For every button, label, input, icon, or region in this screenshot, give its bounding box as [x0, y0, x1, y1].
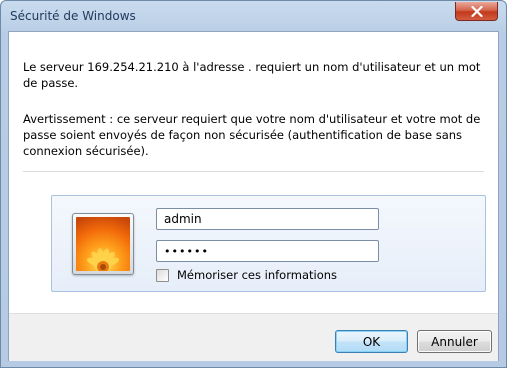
window-title: Sécurité de Windows	[10, 9, 136, 23]
credential-tile: Mémoriser ces informations	[51, 195, 486, 292]
close-x-icon	[471, 6, 483, 17]
remember-label: Mémoriser ces informations	[177, 268, 338, 282]
dialog-body: Le serveur 169.254.21.210 à l'adresse . …	[8, 31, 499, 361]
title-bar[interactable]: Sécurité de Windows	[1, 1, 506, 31]
security-warning: Avertissement : ce serveur requiert que …	[23, 112, 481, 158]
cancel-button[interactable]: Annuler	[417, 330, 492, 353]
password-field[interactable]	[156, 240, 379, 262]
avatar	[72, 213, 134, 275]
server-message: Le serveur 169.254.21.210 à l'adresse . …	[23, 60, 481, 90]
ok-button[interactable]: OK	[335, 330, 408, 353]
flower-user-tile-icon	[76, 217, 130, 271]
username-field[interactable]	[156, 208, 379, 230]
security-dialog: Sécurité de Windows Le serveur 169.254.2…	[0, 0, 507, 368]
divider	[23, 171, 484, 172]
button-bar: OK Annuler	[9, 313, 498, 361]
close-button[interactable]	[455, 2, 498, 21]
checkbox-box[interactable]	[156, 269, 169, 282]
